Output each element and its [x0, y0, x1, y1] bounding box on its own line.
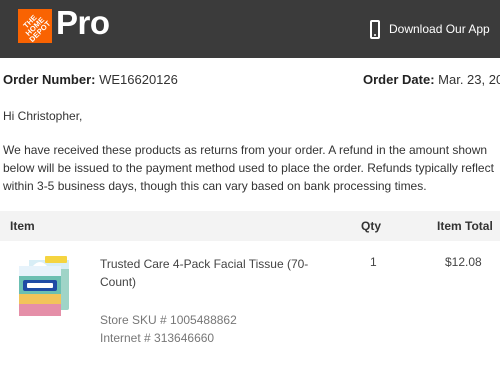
items-table-header: Item Qty Item Total [0, 211, 500, 241]
email-header: THE HOME DEPOT Pro Download Our App [0, 0, 500, 58]
greeting: Hi Christopher, [3, 109, 83, 123]
download-app-link[interactable]: Download Our App [370, 17, 490, 41]
item-qty: 1 [370, 255, 377, 269]
product-name[interactable]: Trusted Care 4-Pack Facial Tissue (70-Co… [100, 255, 330, 291]
logo-wordmark: THE HOME DEPOT [21, 12, 52, 43]
order-info-row: Order Number: WE16620126 Order Date: Mar… [0, 72, 500, 90]
column-header-item: Item [10, 219, 35, 233]
column-header-item-total: Item Total [437, 219, 493, 233]
order-number-value: WE16620126 [99, 72, 178, 87]
order-date-value: Mar. 23, 2023 [438, 72, 500, 87]
pro-label: Pro [56, 4, 110, 41]
phone-icon [370, 19, 380, 39]
download-app-label: Download Our App [389, 22, 490, 36]
facial-tissue-box-image[interactable] [15, 254, 75, 320]
order-date-label: Order Date: [363, 72, 435, 87]
order-number: Order Number: WE16620126 [3, 72, 178, 87]
item-total: $12.08 [445, 255, 482, 269]
store-sku: Store SKU # 1005488862 [100, 313, 237, 327]
column-header-qty: Qty [361, 219, 382, 233]
order-number-label: Order Number: [3, 72, 96, 87]
internet-number: Internet # 313646660 [100, 331, 215, 345]
return-message: We have received these products as retur… [3, 143, 494, 193]
order-date: Order Date: Mar. 23, 2023 [363, 72, 500, 87]
home-depot-logo[interactable]: THE HOME DEPOT [18, 9, 52, 43]
